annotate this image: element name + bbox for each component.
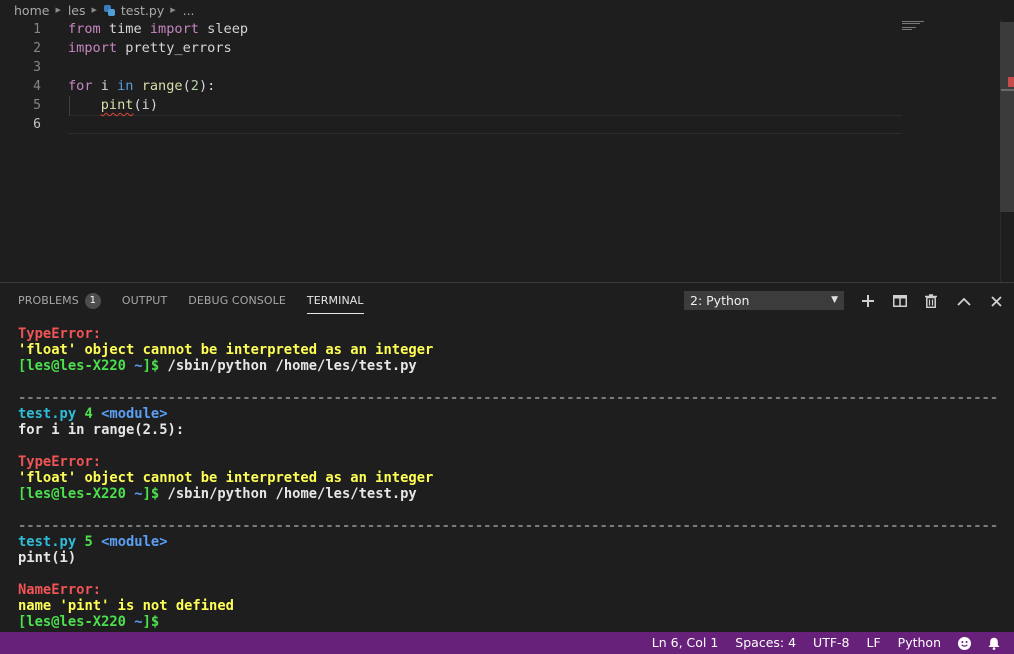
- caret-down-icon: ▼: [831, 295, 838, 305]
- panel-tabs: PROBLEMS 1 OUTPUT DEBUG CONSOLE TERMINAL: [18, 292, 385, 316]
- status-bar: Ln 6, Col 1 Spaces: 4 UTF-8 LF Python: [0, 632, 1014, 654]
- traceback-location: test.py 5 <module>: [18, 534, 168, 550]
- plus-icon: [862, 295, 874, 307]
- line-number: 3: [33, 60, 41, 75]
- feedback-button[interactable]: [958, 636, 971, 650]
- breadcrumb-symbols[interactable]: ...: [183, 3, 195, 18]
- breadcrumb: home ▶ les ▶ test.py ▶ ...: [0, 0, 1014, 20]
- line-number: 4: [33, 79, 41, 94]
- traceback-code: for i in range(2.5):: [18, 422, 185, 438]
- encoding-setting[interactable]: UTF-8: [813, 632, 849, 654]
- close-panel-button[interactable]: [986, 291, 1006, 311]
- terminal-line: 'float' object cannot be interpreted as …: [18, 342, 434, 358]
- code-editor[interactable]: 1 2 3 4 5 6 from time import sleep impor…: [0, 20, 1014, 282]
- terminal-select[interactable]: 2: Python ▼: [684, 291, 844, 310]
- minimap[interactable]: [902, 20, 926, 32]
- line-number: 1: [33, 22, 41, 37]
- chevron-right-icon: ▶: [55, 6, 61, 14]
- overview-ruler-error: [1008, 77, 1014, 87]
- close-icon: [990, 295, 1002, 307]
- terminal-separator: ----------------------------------------…: [18, 390, 998, 406]
- terminal-prompt: [les@les-X220 ~]$ /sbin/python /home/les…: [18, 486, 417, 502]
- terminal-prompt: [les@les-X220 ~]$: [18, 614, 160, 630]
- line-number: 5: [33, 98, 41, 113]
- chevron-right-icon: ▶: [170, 6, 176, 14]
- tab-debug-console[interactable]: DEBUG CONSOLE: [188, 292, 286, 314]
- split-icon: [893, 295, 907, 307]
- code-area[interactable]: from time import sleep import pretty_err…: [68, 20, 902, 134]
- bottom-panel: PROBLEMS 1 OUTPUT DEBUG CONSOLE TERMINAL …: [0, 282, 1014, 632]
- overview-ruler-cursor: [1001, 89, 1014, 91]
- traceback-code: pint(i): [18, 550, 77, 566]
- chevron-right-icon: ▶: [91, 6, 97, 14]
- terminal-prompt: [les@les-X220 ~]$ /sbin/python /home/les…: [18, 358, 417, 374]
- tab-problems[interactable]: PROBLEMS 1: [18, 292, 101, 314]
- terminal-line: NameError:: [18, 582, 102, 598]
- split-terminal-button[interactable]: [890, 291, 910, 311]
- indentation-setting[interactable]: Spaces: 4: [735, 632, 796, 654]
- tab-terminal[interactable]: TERMINAL: [306, 292, 364, 314]
- tab-output[interactable]: OUTPUT: [122, 292, 167, 314]
- new-terminal-button[interactable]: [858, 291, 878, 311]
- indent-guide: [69, 96, 70, 115]
- code-line-1: from time import sleep: [68, 21, 249, 37]
- chevron-up-icon: [957, 297, 971, 306]
- notifications-button[interactable]: [988, 637, 1000, 650]
- breadcrumb-les[interactable]: les: [68, 3, 86, 18]
- terminal-line: TypeError:: [18, 454, 102, 470]
- problems-badge: 1: [84, 293, 101, 309]
- terminal-line: TypeError:: [18, 326, 102, 342]
- line-number: 6: [33, 117, 41, 132]
- code-line-4: for i in range(2):: [68, 78, 216, 94]
- terminal-output[interactable]: TypeError: 'float' object cannot be inte…: [18, 326, 998, 630]
- error-squiggle[interactable]: pint: [101, 97, 134, 113]
- smiley-icon: [958, 636, 971, 650]
- traceback-location: test.py 4 <module>: [18, 406, 168, 422]
- cursor-position[interactable]: Ln 6, Col 1: [652, 632, 719, 654]
- language-mode[interactable]: Python: [898, 632, 941, 654]
- kill-terminal-button[interactable]: [921, 291, 941, 311]
- breadcrumb-file[interactable]: test.py: [103, 3, 164, 18]
- trash-icon: [925, 294, 937, 308]
- python-file-icon: [103, 4, 115, 16]
- eol-setting[interactable]: LF: [867, 632, 881, 654]
- code-line-6: [68, 115, 902, 134]
- editor-scrollbar-thumb[interactable]: [1000, 22, 1014, 212]
- breadcrumb-home[interactable]: home: [14, 3, 49, 18]
- line-number-gutter: 1 2 3 4 5 6: [0, 20, 58, 134]
- terminal-line: 'float' object cannot be interpreted as …: [18, 470, 434, 486]
- maximize-panel-button[interactable]: [954, 291, 974, 311]
- code-line-5: pint(i): [100, 97, 159, 113]
- bell-icon: [988, 637, 1000, 650]
- code-line-2: import pretty_errors: [68, 40, 232, 56]
- terminal-line: name 'pint' is not defined: [18, 598, 234, 614]
- terminal-separator: ----------------------------------------…: [18, 518, 998, 534]
- line-number: 2: [33, 41, 41, 56]
